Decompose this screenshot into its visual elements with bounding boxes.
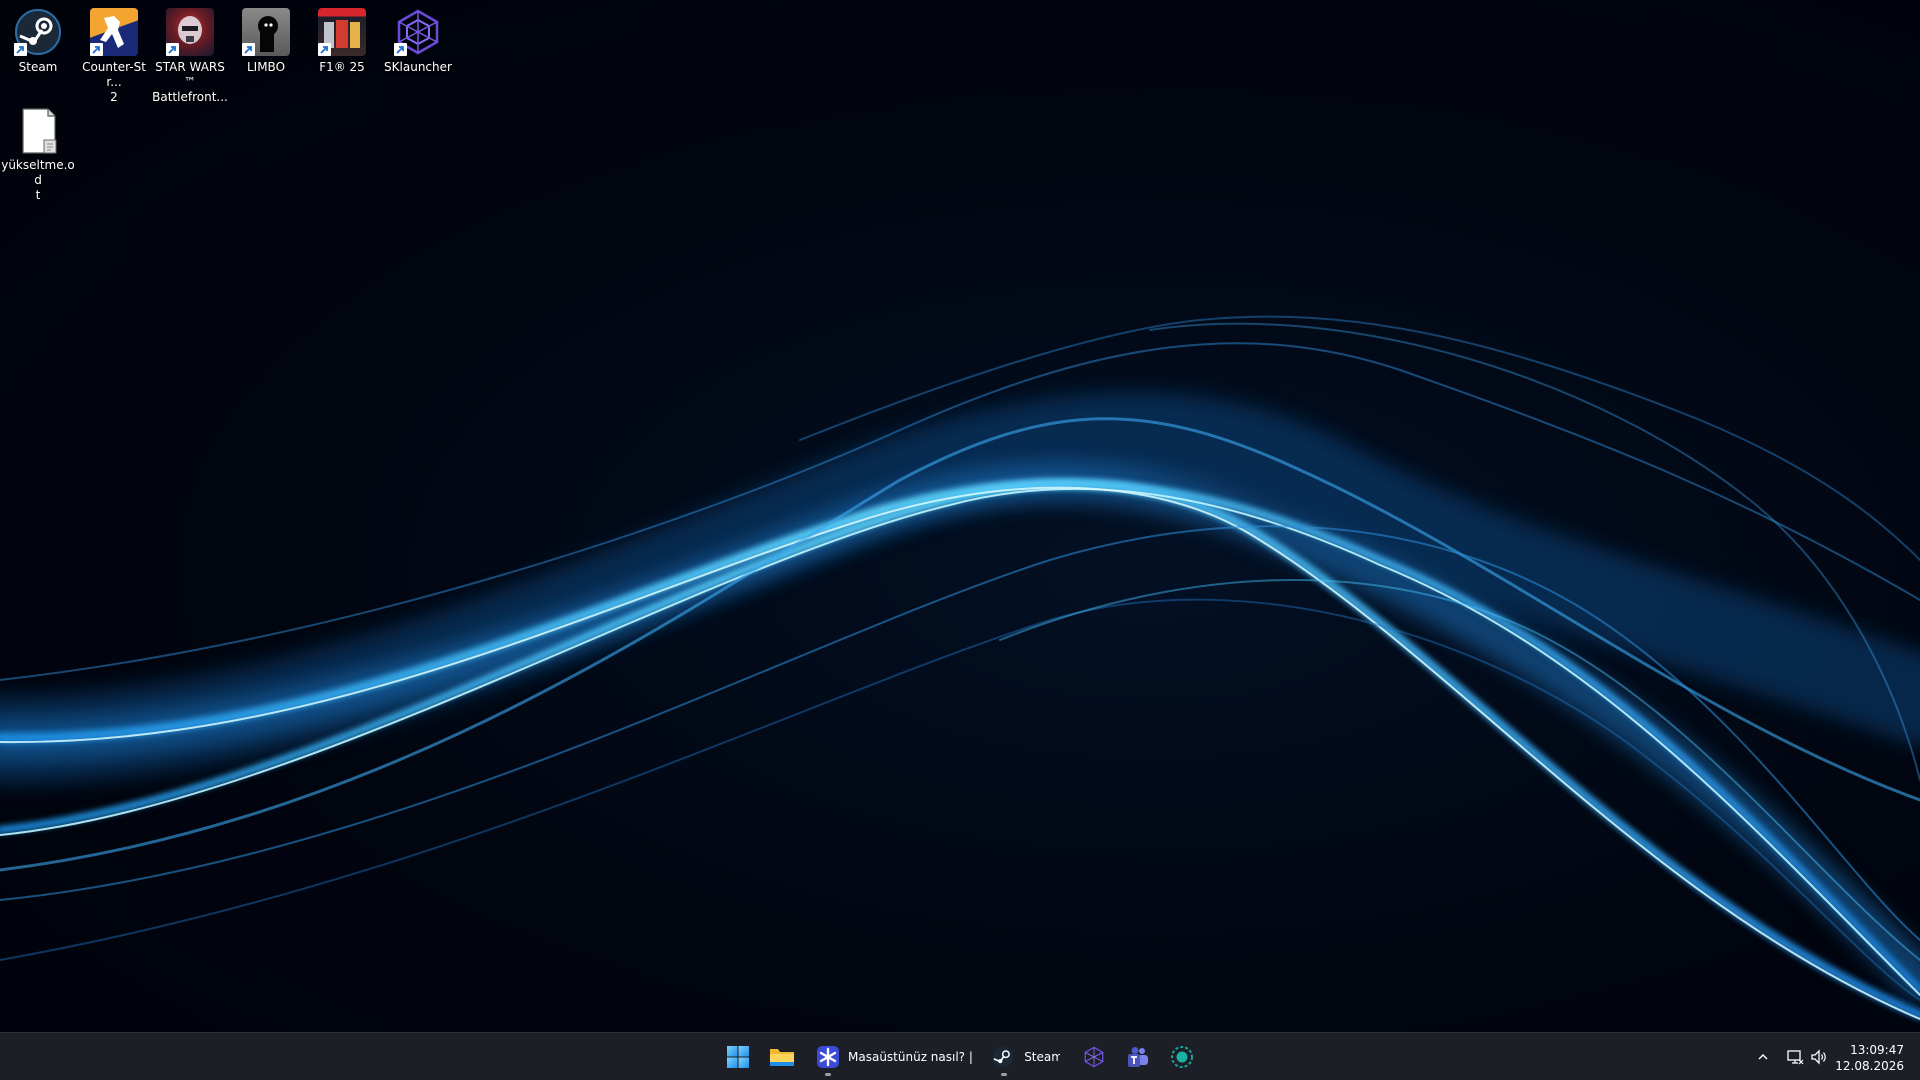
desktop-icon-steam[interactable]: Steam: [0, 8, 76, 75]
desktop-icon-sklauncher[interactable]: SKlauncher: [380, 8, 456, 75]
running-indicator: [825, 1073, 831, 1076]
sklauncher-icon: [1084, 1046, 1104, 1068]
taskbar-browser-window[interactable]: Masaüstünüz nasıl? | Tec: [808, 1037, 978, 1077]
taskbar-teams-button[interactable]: [1118, 1037, 1158, 1077]
shortcut-arrow-icon: [90, 43, 103, 56]
taskbar-steam-window[interactable]: Steam: [984, 1037, 1060, 1077]
network-button[interactable]: [1783, 1045, 1807, 1069]
shortcut-arrow-icon: [166, 43, 179, 56]
show-hidden-icons-button[interactable]: [1751, 1045, 1775, 1069]
desktop-icon-label: F1® 25: [319, 60, 365, 74]
desktop-icon-limbo[interactable]: LIMBO: [228, 8, 304, 75]
desktop-icon-label: yükseltme.od t: [1, 158, 75, 202]
browser-app-icon: [817, 1046, 839, 1068]
file-explorer-icon: [770, 1049, 794, 1066]
desktop-icon-label: STAR WARS™ Battlefront...: [152, 60, 228, 104]
desktop-icon-document[interactable]: yükseltme.od t: [0, 106, 76, 203]
windows-start-icon: [727, 1046, 749, 1068]
desktop-icon-star-wars-battlefront[interactable]: STAR WARS™ Battlefront...: [152, 8, 228, 105]
sklauncher-icon: [394, 8, 442, 56]
taskbar-sklauncher-button[interactable]: [1074, 1037, 1114, 1077]
shortcut-arrow-icon: [318, 43, 331, 56]
desktop-icon-label: Counter-Str... 2: [82, 60, 146, 104]
star-wars-battlefront-icon: [166, 8, 214, 56]
file-explorer-button[interactable]: [762, 1037, 802, 1077]
volume-button[interactable]: [1807, 1045, 1831, 1069]
limbo-icon: [242, 8, 290, 56]
f1-25-icon: [318, 8, 366, 56]
taskbar-clock[interactable]: 13:09:47 12.08.2026: [1835, 1042, 1904, 1074]
shortcut-arrow-icon: [394, 43, 407, 56]
teams-icon: [1128, 1047, 1148, 1067]
taskbar-app-button[interactable]: [1162, 1037, 1202, 1077]
start-button[interactable]: [718, 1037, 758, 1077]
desktop-icon-label: LIMBO: [246, 60, 286, 74]
taskbar: Masaüstünüz nasıl? | Tec Steam: [0, 1032, 1920, 1080]
shortcut-arrow-icon: [242, 43, 255, 56]
steam-icon: [14, 8, 62, 56]
clock-time: 13:09:47: [1850, 1043, 1904, 1057]
wallpaper-waves: [0, 315, 1920, 1020]
shortcut-arrow-icon: [14, 43, 27, 56]
clock-date: 12.08.2026: [1835, 1059, 1904, 1073]
volume-icon: [1811, 1049, 1826, 1065]
desktop-icon-label: Steam: [18, 60, 58, 74]
taskbar-window-title: Steam: [1024, 1050, 1060, 1064]
desktop[interactable]: Steam Counter-Str... 2 STAR WARS™ Battle…: [0, 0, 1920, 1032]
network-icon: [1787, 1050, 1804, 1065]
counter-strike-icon: [90, 8, 138, 56]
green-circle-app-icon: [1171, 1046, 1193, 1068]
taskbar-window-title: Masaüstünüz nasıl? | Tec: [848, 1050, 976, 1064]
desktop-icon-counter-strike[interactable]: Counter-Str... 2: [76, 8, 152, 105]
steam-icon: [992, 1046, 1014, 1068]
running-indicator: [1001, 1073, 1007, 1076]
desktop-icon-label: SKlauncher: [384, 60, 452, 74]
desktop-icon-f1-25[interactable]: F1® 25: [304, 8, 380, 75]
odt-document-icon: [14, 106, 62, 154]
chevron-up-icon: [1758, 1054, 1768, 1060]
